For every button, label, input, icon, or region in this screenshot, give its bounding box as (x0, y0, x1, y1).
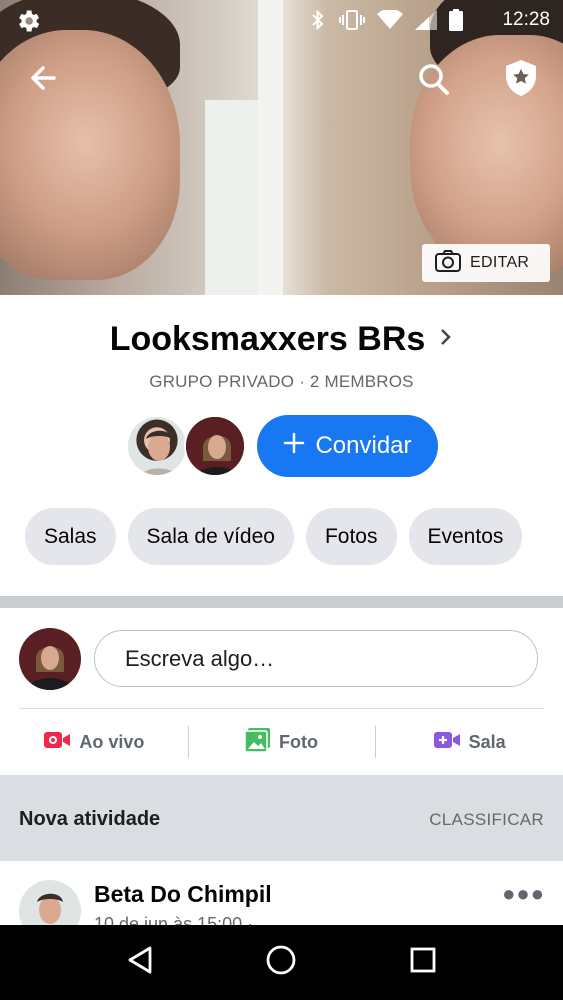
live-video-icon (43, 729, 71, 756)
activity-header: Nova atividade CLASSIFICAR (0, 775, 563, 861)
nav-home-icon[interactable] (265, 944, 297, 981)
camera-icon (434, 249, 462, 278)
group-tabs: Salas Sala de vídeo Fotos Eventos (25, 508, 523, 565)
edit-cover-button[interactable]: EDITAR (422, 244, 550, 282)
invite-label: Convidar (315, 432, 412, 459)
post-card: Beta Do Chimpil 10 de jun às 15:00 · ●●● (0, 861, 563, 925)
photo-button[interactable]: Foto (187, 712, 376, 772)
avatar[interactable] (184, 415, 246, 477)
compose-post-input[interactable]: Escreva algo… (94, 630, 538, 687)
group-name: Looksmaxxers BRs (109, 320, 426, 358)
status-bar: 12:28 (0, 0, 563, 40)
live-video-button[interactable]: Ao vivo (0, 712, 188, 772)
tab-salas[interactable]: Salas (25, 508, 116, 565)
chevron-right-icon (439, 326, 453, 353)
live-video-label: Ao vivo (79, 731, 145, 752)
nav-back-icon[interactable] (126, 945, 154, 980)
edit-cover-label: EDITAR (470, 254, 530, 271)
composer-actions: Ao vivo Foto Sala (0, 712, 563, 772)
settings-gear-icon (14, 7, 42, 40)
activity-title: Nova atividade (19, 808, 161, 830)
more-options-icon[interactable]: ●●● (502, 881, 545, 907)
android-nav-bar (0, 925, 563, 1000)
tab-eventos[interactable]: Eventos (408, 508, 523, 565)
room-video-icon (433, 729, 461, 756)
cell-signal-icon (415, 10, 437, 35)
nav-recents-icon[interactable] (409, 946, 437, 979)
group-privacy-members: GRUPO PRIVADO · 2 MEMBROS (149, 372, 414, 391)
invite-button[interactable]: Convidar (257, 415, 438, 477)
avatar[interactable] (19, 880, 81, 925)
sort-button[interactable]: CLASSIFICAR (429, 810, 544, 830)
battery-icon (449, 9, 463, 36)
tab-sala-de-video[interactable]: Sala de vídeo (127, 508, 294, 565)
composer-divider (19, 708, 544, 709)
post-date: 10 de jun às 15:00 · (94, 914, 254, 925)
avatar[interactable] (126, 415, 188, 477)
tab-fotos[interactable]: Fotos (305, 508, 397, 565)
search-icon[interactable] (416, 58, 452, 103)
avatar[interactable] (19, 628, 81, 690)
room-button[interactable]: Sala (375, 712, 563, 772)
back-arrow-icon[interactable] (28, 58, 58, 103)
clock: 12:28 (502, 9, 550, 30)
admin-shield-icon[interactable] (502, 58, 540, 103)
bluetooth-icon (309, 9, 327, 36)
room-label: Sala (468, 731, 506, 752)
vibrate-icon (339, 9, 365, 36)
wifi-icon (377, 8, 403, 35)
photo-icon (244, 727, 271, 757)
plus-icon (283, 432, 305, 461)
group-title-row[interactable]: Looksmaxxers BRs (0, 320, 563, 359)
photo-label: Foto (279, 731, 318, 752)
member-avatars[interactable] (126, 415, 246, 477)
post-author[interactable]: Beta Do Chimpil (94, 881, 272, 908)
section-divider (0, 596, 563, 608)
